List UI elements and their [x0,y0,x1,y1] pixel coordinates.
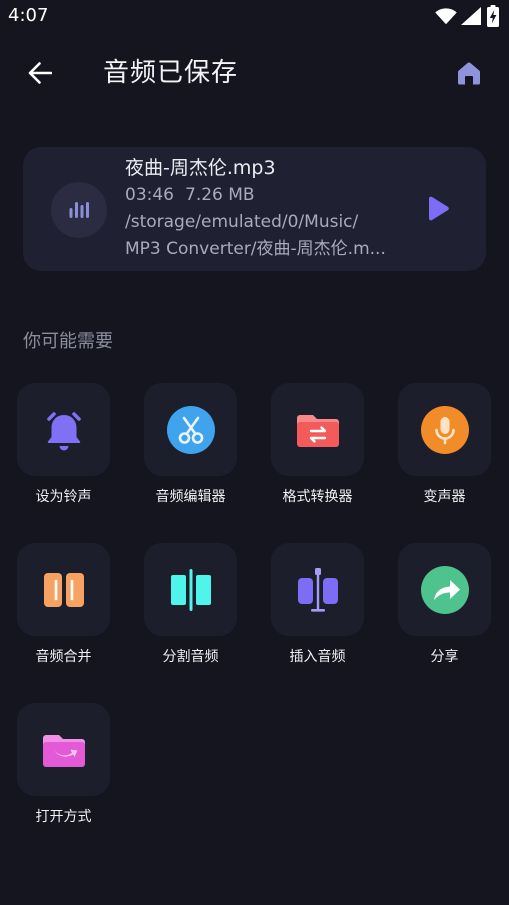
tool-label: 插入音频 [289,649,346,665]
tool-tile[interactable] [271,383,364,476]
file-info: 夜曲-周杰伦.mp3 03:46 7.26 MB /storage/emulate… [125,154,421,263]
saved-file-card[interactable]: 夜曲-周杰伦.mp3 03:46 7.26 MB /storage/emulate… [23,147,486,271]
tool-split-audio[interactable]: 分割音频 [144,543,237,673]
tool-set-ringtone[interactable]: 设为铃声 [17,383,110,513]
tool-tile[interactable] [271,543,364,636]
tool-label: 分割音频 [162,649,219,665]
battery-charging-icon [487,5,499,27]
insert-icon [294,566,342,614]
tool-label: 格式转换器 [282,489,353,505]
folder-convert-icon [294,406,342,454]
tool-voice-changer[interactable]: 变声器 [398,383,491,513]
tool-tile[interactable] [398,383,491,476]
tool-tile[interactable] [17,703,110,796]
tool-label: 打开方式 [35,809,92,825]
file-size: 7.26 MB [185,185,255,205]
back-button[interactable] [22,58,58,88]
tool-label: 设为铃声 [35,489,92,505]
tools-grid: 设为铃声 音频编辑器 格式转换器 变声器 音频合并 分割音频 插入音频 分享 打… [17,383,491,833]
tool-insert-audio[interactable]: 插入音频 [271,543,364,673]
tool-label: 变声器 [423,489,466,505]
section-title: 你可能需要 [23,331,113,352]
app-screen: { "status_bar": { "time": "4:07", "icons… [0,0,509,905]
page-title: 音频已保存 [103,58,239,88]
home-button[interactable] [452,56,486,90]
file-name: 夜曲-周杰伦.mp3 [125,157,276,179]
share-icon [420,565,469,614]
merge-icon [40,566,88,614]
arrow-left-icon [28,62,52,84]
tool-open-with[interactable]: 打开方式 [17,703,110,833]
signal-icon [461,7,481,25]
microphone-icon [420,405,469,454]
status-bar: 4:07 [0,0,509,32]
tool-tile[interactable] [17,543,110,636]
status-time: 4:07 [8,5,49,26]
tool-audio-editor[interactable]: 音频编辑器 [144,383,237,513]
play-icon [429,196,449,221]
bell-icon [40,406,88,454]
tool-share[interactable]: 分享 [398,543,491,673]
tool-label: 分享 [430,649,459,665]
split-icon [167,566,215,614]
tool-tile[interactable] [398,543,491,636]
tool-tile[interactable] [144,383,237,476]
scissors-icon [166,405,215,454]
wifi-icon [435,8,457,25]
file-path-line: /storage/emulated/0/Music/ [125,212,359,232]
tool-tile[interactable] [144,543,237,636]
tool-tile[interactable] [17,383,110,476]
play-button[interactable] [415,187,461,231]
file-meta: 03:46 7.26 MB [125,182,421,209]
folder-open-with-icon [40,726,88,774]
tool-format-converter[interactable]: 格式转换器 [271,383,364,513]
file-thumbnail [51,182,107,238]
audio-bars-icon [69,202,89,218]
file-path-line: MP3 Converter/夜曲-周杰伦.m... [125,239,386,259]
file-duration: 03:46 [125,185,174,205]
tool-audio-merge[interactable]: 音频合并 [17,543,110,673]
tool-label: 音频编辑器 [155,489,226,505]
home-icon [458,62,480,85]
tool-label: 音频合并 [35,649,92,665]
